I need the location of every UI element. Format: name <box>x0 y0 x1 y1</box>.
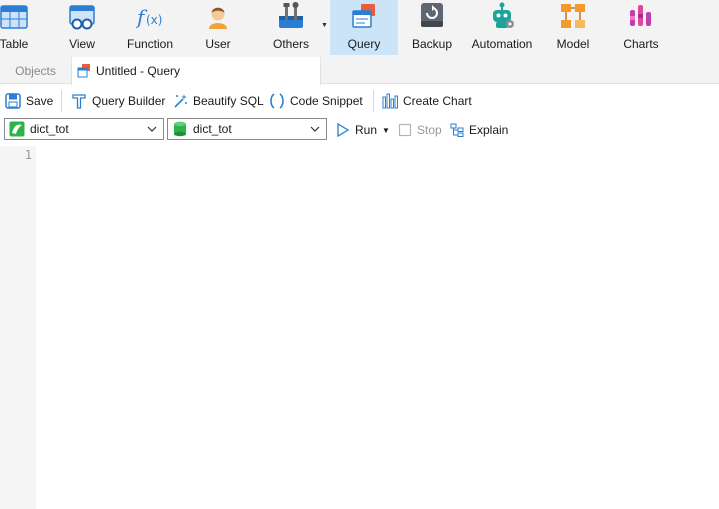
ribbon-automation-button[interactable]: Automation <box>466 0 538 55</box>
others-dropdown-arrow-icon[interactable]: ▼ <box>321 22 328 29</box>
code-snippet-button[interactable]: Code Snippet <box>269 91 363 111</box>
explain-icon <box>450 123 464 137</box>
main-ribbon: Table View f (x) Function User Others ▼ Q… <box>0 0 719 57</box>
run-bar: dict_tot dict_tot Run ▼ Stop Explain <box>0 117 719 146</box>
save-icon <box>5 93 21 109</box>
chevron-down-icon <box>145 122 159 136</box>
beautify-sql-label: Beautify SQL <box>193 94 264 108</box>
toolbar-divider <box>61 90 62 112</box>
backup-icon <box>418 2 446 30</box>
line-number-gutter: 1 <box>0 146 36 509</box>
ribbon-charts-button[interactable]: Charts <box>618 0 664 55</box>
ribbon-model-label: Model <box>556 37 590 51</box>
query-toolbar: Save Query Builder Beautify SQL Code Sni… <box>0 85 719 117</box>
query-icon <box>350 2 378 30</box>
chevron-down-icon <box>308 122 322 136</box>
query-builder-icon <box>71 93 87 109</box>
view-icon <box>68 2 96 30</box>
ribbon-backup-button[interactable]: Backup <box>408 0 456 55</box>
explain-label: Explain <box>469 123 509 137</box>
stop-label: Stop <box>417 123 442 137</box>
sql-editor[interactable]: 1 <box>0 146 719 509</box>
ribbon-query-button[interactable]: Query <box>330 0 398 55</box>
model-icon <box>559 2 587 30</box>
create-chart-button[interactable]: Create Chart <box>382 91 472 111</box>
code-area[interactable] <box>36 146 719 509</box>
run-button[interactable]: Run <box>336 120 377 140</box>
ribbon-others-label: Others <box>272 37 309 51</box>
beautify-sql-button[interactable]: Beautify SQL <box>172 91 264 111</box>
charts-icon <box>627 2 655 30</box>
code-snippet-label: Code Snippet <box>290 94 363 108</box>
database-icon <box>172 121 188 137</box>
ribbon-view-button[interactable]: View <box>60 0 104 55</box>
connection-icon <box>9 121 25 137</box>
ribbon-query-label: Query <box>347 37 381 51</box>
tab-objects[interactable]: Objects <box>0 57 71 84</box>
run-label: Run <box>355 123 378 137</box>
ribbon-model-button[interactable]: Model <box>550 0 596 55</box>
database-select[interactable]: dict_tot <box>167 118 327 140</box>
play-icon <box>336 122 350 138</box>
ribbon-table-label: Table <box>0 37 29 51</box>
others-icon <box>277 2 305 30</box>
ribbon-function-button[interactable]: f (x) Function <box>120 0 180 55</box>
line-number: 1 <box>24 148 32 162</box>
magic-wand-icon <box>172 93 188 109</box>
tab-strip: Objects Untitled - Query <box>0 57 719 85</box>
tab-query-label: Untitled - Query <box>96 64 181 78</box>
ribbon-charts-label: Charts <box>623 37 659 51</box>
toolbar-divider <box>373 90 374 112</box>
automation-icon <box>488 2 516 30</box>
function-icon: f (x) <box>135 2 164 30</box>
ribbon-function-label: Function <box>126 37 174 51</box>
svg-text:(x): (x) <box>146 13 162 27</box>
run-dropdown-arrow-icon[interactable]: ▼ <box>382 120 390 140</box>
tab-objects-label: Objects <box>15 63 56 78</box>
database-value: dict_tot <box>193 122 232 136</box>
connection-value: dict_tot <box>30 122 69 136</box>
ribbon-user-label: User <box>205 37 231 51</box>
create-chart-icon <box>382 93 398 109</box>
table-icon <box>0 2 28 30</box>
explain-button[interactable]: Explain <box>450 120 508 140</box>
user-icon <box>204 2 232 30</box>
ribbon-backup-label: Backup <box>411 37 453 51</box>
ribbon-user-button[interactable]: User <box>196 0 240 55</box>
ribbon-others-button[interactable]: Others <box>268 0 314 55</box>
stop-icon <box>398 123 412 137</box>
ribbon-table-button[interactable]: Table <box>0 0 42 55</box>
save-label: Save <box>26 94 54 108</box>
code-snippet-icon <box>269 93 285 109</box>
query-builder-button[interactable]: Query Builder <box>71 91 165 111</box>
ribbon-view-label: View <box>69 37 95 51</box>
connection-select[interactable]: dict_tot <box>4 118 164 140</box>
ribbon-automation-label: Automation <box>471 37 533 51</box>
query-builder-label: Query Builder <box>92 94 166 108</box>
create-chart-label: Create Chart <box>403 94 472 108</box>
tab-untitled-query[interactable]: Untitled - Query <box>71 57 321 85</box>
stop-button[interactable]: Stop <box>398 120 442 140</box>
save-button[interactable]: Save <box>5 91 53 111</box>
query-tab-icon <box>77 64 91 78</box>
